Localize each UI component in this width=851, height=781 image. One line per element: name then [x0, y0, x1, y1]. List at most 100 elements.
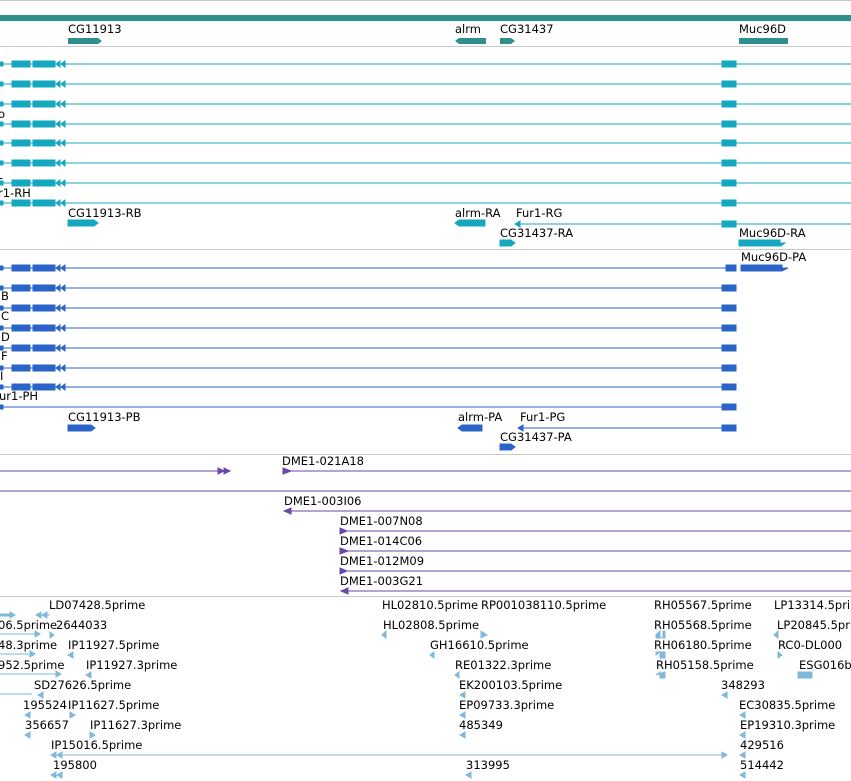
clone-label-2: DME1-003I06 [284, 494, 362, 508]
transcript-label-cg31437-ra: CG31437-RA [500, 226, 574, 240]
transcript-row-7 [0, 179, 851, 187]
est-label: RE01322.3prime [455, 658, 552, 672]
transcript-alrm-ra [454, 219, 486, 227]
est-label: RC0-DL000 [778, 638, 843, 652]
transcript-left-label-2: L [0, 169, 2, 182]
est-label: GH16610.5prime [430, 638, 529, 652]
est-label: 952.5prime [0, 658, 65, 672]
protein-muc96d-pa [740, 264, 789, 272]
clone-dme1-003g21 [339, 587, 851, 595]
transcript-row-6 [0, 159, 851, 167]
transcript-row-1 [0, 60, 851, 68]
est-label: IP11627.3prime [90, 718, 182, 732]
clone-label-3: DME1-007N08 [340, 514, 423, 528]
transcript-track: o L r1-RH CG11913-RB alrm-RA Fur1-RG CG3… [0, 47, 851, 249]
transcript-label-alrm-ra: alrm-RA [455, 206, 501, 220]
transcript-label-cg11913-rb: CG11913-RB [68, 206, 142, 220]
protein-row-5 [0, 344, 737, 352]
clone-row-1 [0, 467, 851, 475]
clone-label-4: DME1-014C06 [340, 534, 423, 548]
est-label: 313995 [466, 758, 510, 772]
est-label: HL02808.5prime [383, 618, 480, 632]
est-rh05158 [655, 671, 666, 679]
est-label: 348293 [721, 678, 765, 692]
est-label: 48.3prime [0, 638, 58, 652]
est-label: RH05568.5prime [654, 618, 752, 632]
est-485349 [459, 731, 466, 739]
transcript-row-5 [0, 139, 851, 147]
gene-muc96d [739, 38, 788, 44]
est-label: 195800 [53, 758, 97, 772]
est-label: IP11927.5prime [68, 638, 160, 652]
est-label: LP13314.5prime [774, 598, 851, 612]
est-ip11627-5 [69, 711, 76, 719]
protein-row-4 [0, 324, 737, 332]
est-label: EC30835.5prime [739, 698, 836, 712]
est-label: RH05158.5prime [656, 658, 754, 672]
est-label: 485349 [459, 718, 503, 732]
protein-label-alrm-pa: alrm-PA [458, 410, 503, 424]
protein-alrm-pa [457, 424, 483, 432]
protein-left-label-4: F [1, 349, 8, 363]
gene-cg11913 [68, 38, 102, 44]
gene-cg31437 [500, 38, 515, 44]
protein-label-cg31437-pa: CG31437-PA [500, 430, 572, 444]
est-348293 [721, 691, 728, 699]
est-ip11927-5 [67, 651, 74, 659]
est-label: SD27626.5prime [34, 678, 132, 692]
est-label: EK200103.5prime [459, 678, 563, 692]
clone-label-6: DME1-003G21 [340, 574, 424, 588]
protein-left-label-6: ur1-PH [0, 389, 39, 403]
protein-label-cg11913-pb: CG11913-PB [68, 410, 141, 424]
transcript-cg11913-rb [67, 219, 99, 227]
est-label: EP09733.3prime [459, 698, 555, 712]
gene-alrm [455, 38, 486, 44]
est-label: LP20845.5prime [777, 618, 851, 632]
protein-label-fur1-pg: Fur1-PG [520, 410, 566, 424]
est-label: IP11627.5prime [68, 698, 160, 712]
est-label: 2644033 [56, 618, 108, 632]
est-195800 [50, 771, 57, 779]
est-lp20845 [777, 651, 783, 659]
protein-row-3 [0, 304, 737, 312]
est-gh16610 [429, 651, 435, 659]
protein-cg31437-pa [499, 443, 516, 451]
est-rc0-dl000 [797, 671, 813, 679]
clone-track: DME1-021A18 DME1-003I06 DME1-007N08 DME1… [0, 455, 851, 596]
protein-cg11913-pb [67, 424, 96, 432]
protein-left-label-2: C [1, 309, 10, 323]
protein-left-label-1: B [1, 289, 9, 303]
est-label: ESG016b [799, 658, 851, 672]
transcript-cg31437-ra [499, 239, 516, 247]
genome-browser-view: CG11913 alrm CG31437 Muc96D o r1-RH CG11… [0, 0, 851, 781]
transcript-label-muc96d-ra: Muc96D-RA [739, 226, 806, 240]
est-rp001038110 [480, 630, 488, 639]
est-label: 06.5prime [0, 618, 58, 632]
est-label: 356657 [25, 718, 69, 732]
gene-glyphs [68, 38, 788, 44]
est-label: LD07428.5prime [49, 598, 146, 612]
transcript-row-3 [0, 100, 851, 108]
protein-row-7 [0, 383, 737, 391]
protein-row-6 [0, 364, 737, 372]
transcript-row-4 [0, 120, 851, 128]
est-label: EP19310.3prime [740, 718, 836, 732]
protein-track: Muc96D-PA B C D F I ur1-PH CG11913-PB al… [0, 250, 851, 454]
est-label: 429516 [740, 738, 784, 752]
protein-left-label-3: D [1, 330, 10, 344]
est-label: IP15016.5prime [51, 738, 143, 752]
clone-label-1: DME1-021A18 [282, 454, 364, 468]
est-lp13314 [773, 629, 779, 639]
transcript-muc96d-ra [738, 239, 787, 247]
est-514442 [739, 771, 746, 779]
est-label: RH06180.5prime [654, 638, 752, 652]
transcript-left-label-1: o [0, 107, 6, 121]
transcript-label-fur1-rg: Fur1-RG [516, 206, 563, 220]
clone-label-5: DME1-012M09 [340, 554, 425, 568]
protein-left-label-5: I [0, 369, 4, 383]
est-label: IP11927.3prime [86, 658, 178, 672]
est-label: RP001038110.5prime [481, 598, 607, 612]
transcript-row-2 [0, 80, 851, 88]
est-356657 [24, 731, 31, 739]
est-label: HL02810.5prime [382, 598, 479, 612]
